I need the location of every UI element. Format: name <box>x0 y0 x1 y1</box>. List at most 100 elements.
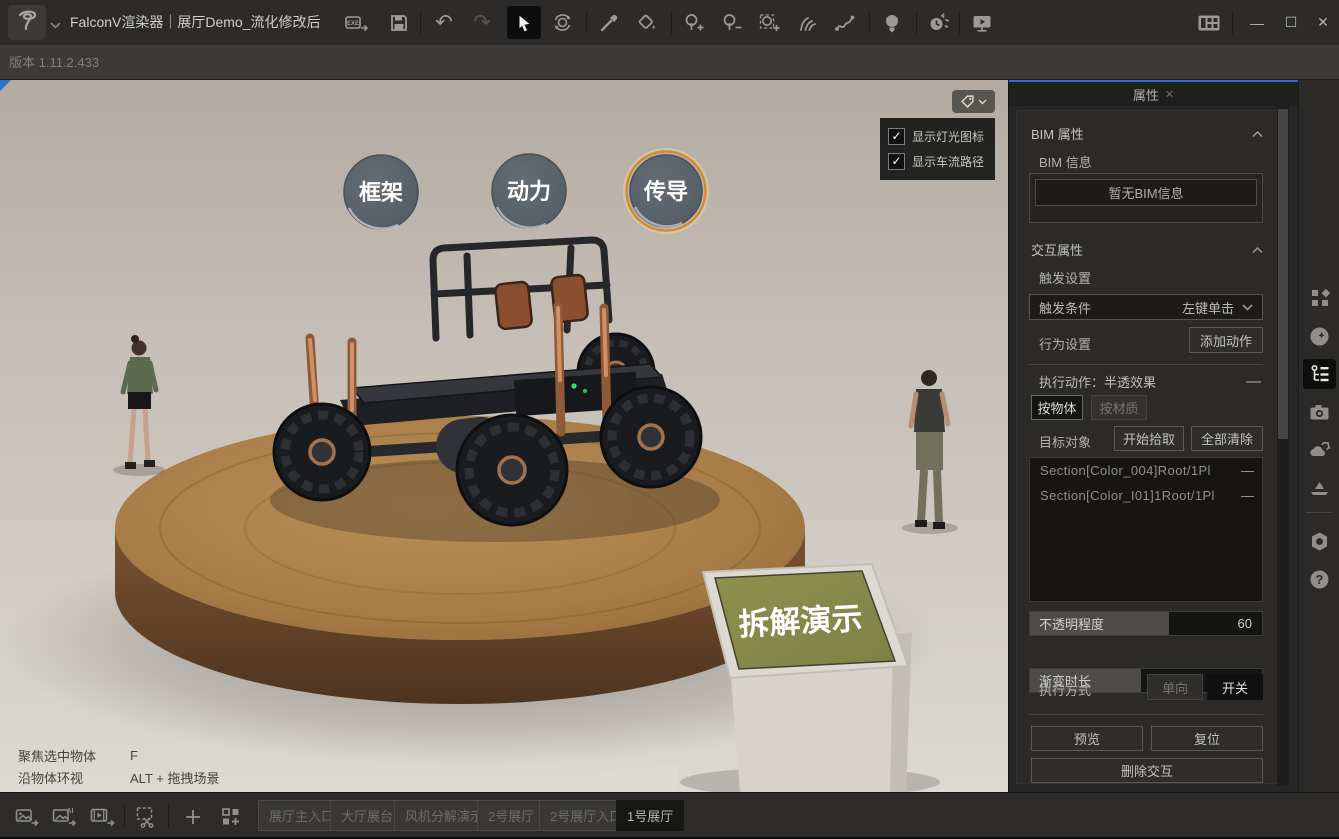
export-image-button[interactable] <box>10 800 44 833</box>
app-menu-chevron-icon[interactable] <box>50 16 61 34</box>
remove-target-icon[interactable]: — <box>1235 463 1254 478</box>
reset-button[interactable]: 复位 <box>1151 726 1263 751</box>
light-tool-button[interactable] <box>875 6 909 39</box>
material-panel-button[interactable] <box>1303 321 1336 351</box>
video-export-icon <box>90 806 116 827</box>
action-row-label: 执行动作：半透效果 <box>1039 372 1156 391</box>
chevron-down-icon <box>1242 304 1253 311</box>
show-traffic-path-row: ✓ 显示车流路径 <box>888 149 987 174</box>
camera-panel-button[interactable] <box>1303 397 1336 427</box>
paint-bucket-tool-button[interactable] <box>630 6 664 39</box>
preview-button[interactable]: 预览 <box>1031 726 1143 751</box>
bim-section-header[interactable]: BIM 属性 <box>1031 124 1263 143</box>
section-divider <box>1029 714 1263 715</box>
add-action-button[interactable]: 添加动作 <box>1189 327 1263 353</box>
export-video-button[interactable] <box>86 800 120 833</box>
target-object-list[interactable]: Section[Color_004]Root/1Pl — Section[Col… <box>1029 457 1263 602</box>
orbit-tool-button[interactable] <box>545 6 579 39</box>
presentation-mode-button[interactable] <box>965 6 999 39</box>
remove-target-icon[interactable]: — <box>1235 488 1254 503</box>
help-button[interactable]: ? <box>1303 564 1336 594</box>
add-plant-tool-button[interactable] <box>677 6 711 39</box>
trigger-condition-dropdown[interactable]: 触发条件 左键单击 <box>1029 294 1263 320</box>
components-panel-button[interactable] <box>1303 283 1336 313</box>
interaction-section-header[interactable]: 交互属性 <box>1031 240 1263 259</box>
path-tool-button[interactable] <box>828 6 862 39</box>
manage-scenes-button[interactable] <box>214 800 248 833</box>
minimize-button[interactable]: — <box>1240 6 1274 39</box>
select-tool-button[interactable] <box>507 6 541 39</box>
brush-plants-tool-button[interactable] <box>790 6 824 39</box>
interaction-section-title: 交互属性 <box>1031 240 1083 259</box>
remove-plant-tool-button[interactable] <box>715 6 749 39</box>
weather-panel-button[interactable] <box>1303 435 1336 465</box>
section-divider <box>1029 364 1263 365</box>
undo-button[interactable]: ↶ <box>427 6 461 39</box>
opacity-slider[interactable]: 不透明程度 60 <box>1029 611 1263 636</box>
time-of-day-button[interactable] <box>921 6 955 39</box>
viewport-display-options: ✓ 显示灯光图标 ✓ 显示车流路径 <box>880 118 995 180</box>
export-exe-button[interactable]: EXE <box>340 6 374 39</box>
viewport-canvas[interactable]: 拆解演示 框架 动力 传导 <box>0 80 1008 792</box>
scene-3d[interactable]: 拆解演示 框架 动力 传导 <box>0 80 1008 792</box>
weather-icon <box>1309 440 1331 460</box>
add-scene-button[interactable] <box>176 800 210 833</box>
screenshot-crop-button[interactable] <box>130 800 164 833</box>
panel-scrollbar[interactable] <box>1277 106 1289 786</box>
eyedropper-tool-button[interactable] <box>592 6 626 39</box>
layout-panels-button[interactable] <box>1192 6 1226 39</box>
properties-tab-label: 属性 <box>1133 85 1159 104</box>
minimize-icon: — <box>1250 15 1264 31</box>
collapse-minus-icon[interactable]: — <box>1246 373 1261 390</box>
properties-tab[interactable]: 属性 ✕ <box>1009 80 1298 106</box>
delete-interaction-button[interactable]: 删除交互 <box>1031 758 1263 783</box>
vehicle-wheel <box>601 387 701 487</box>
select-plant-tool-button[interactable] <box>752 6 786 39</box>
maximize-button[interactable]: ☐ <box>1274 6 1308 39</box>
settings-button[interactable] <box>1303 526 1336 556</box>
vehicle-wheel <box>457 415 567 525</box>
tab-close-icon[interactable]: ✕ <box>1165 88 1174 101</box>
hotspot-frame[interactable]: 框架 <box>344 155 418 229</box>
redo-button[interactable]: ↷ <box>465 6 499 39</box>
clear-all-button[interactable]: 全部清除 <box>1191 426 1263 451</box>
trigger-condition-value: 左键单击 <box>1182 298 1234 317</box>
strip-separator <box>1306 512 1333 513</box>
plants-brush-icon <box>796 13 818 33</box>
toolbar-separator <box>671 11 672 34</box>
chevron-up-icon <box>1252 241 1263 259</box>
show-traffic-path-checkbox[interactable]: ✓ <box>888 153 905 170</box>
check-icon: ✓ <box>891 129 901 143</box>
opacity-value: 60 <box>1238 612 1252 635</box>
kiosk-screen-label: 拆解演示 <box>738 601 864 642</box>
app-menu-button[interactable] <box>8 5 46 40</box>
scene-tab-active[interactable]: 1号展厅 <box>616 800 684 831</box>
hotspot-power[interactable]: 动力 <box>492 154 566 228</box>
tag-icon <box>960 94 975 109</box>
window-title: FalconV渲染器｜展厅Demo_流化修改后 <box>70 0 321 45</box>
start-pick-button[interactable]: 开始拾取 <box>1114 426 1184 451</box>
material-sphere-icon <box>1309 326 1330 347</box>
exec-one-way-toggle[interactable]: 单向 <box>1147 674 1203 700</box>
paint-bucket-icon <box>637 13 657 33</box>
structure-panel-button[interactable] <box>1303 359 1336 389</box>
by-object-toggle[interactable]: 按物体 <box>1031 395 1083 420</box>
target-list-item[interactable]: Section[Color_I01]1Root/1Pl — <box>1030 483 1262 508</box>
scene-tab[interactable]: 大厅展台 <box>330 800 404 831</box>
vehicle-indicator-light <box>571 383 576 388</box>
show-light-icons-checkbox[interactable]: ✓ <box>888 128 905 145</box>
close-icon: ✕ <box>1317 14 1329 31</box>
by-material-toggle[interactable]: 按材质 <box>1091 395 1147 420</box>
terrain-panel-button[interactable] <box>1303 473 1336 503</box>
scene-tab[interactable]: 2号展厅 <box>477 800 545 831</box>
exec-toggle-toggle[interactable]: 开关 <box>1207 674 1263 700</box>
viewport-tag-filter-button[interactable] <box>952 90 995 113</box>
hotspot-transmission-selected[interactable]: 传导 <box>624 149 708 233</box>
save-button[interactable] <box>382 6 416 39</box>
panel-scrollbar-thumb[interactable] <box>1278 109 1288 439</box>
close-button[interactable]: ✕ <box>1306 6 1339 39</box>
target-list-item[interactable]: Section[Color_004]Root/1Pl — <box>1030 458 1262 483</box>
behavior-label: 行为设置 <box>1039 334 1091 353</box>
target-label: 目标对象 <box>1039 432 1091 451</box>
export-ai-image-button[interactable]: AI <box>48 800 82 833</box>
